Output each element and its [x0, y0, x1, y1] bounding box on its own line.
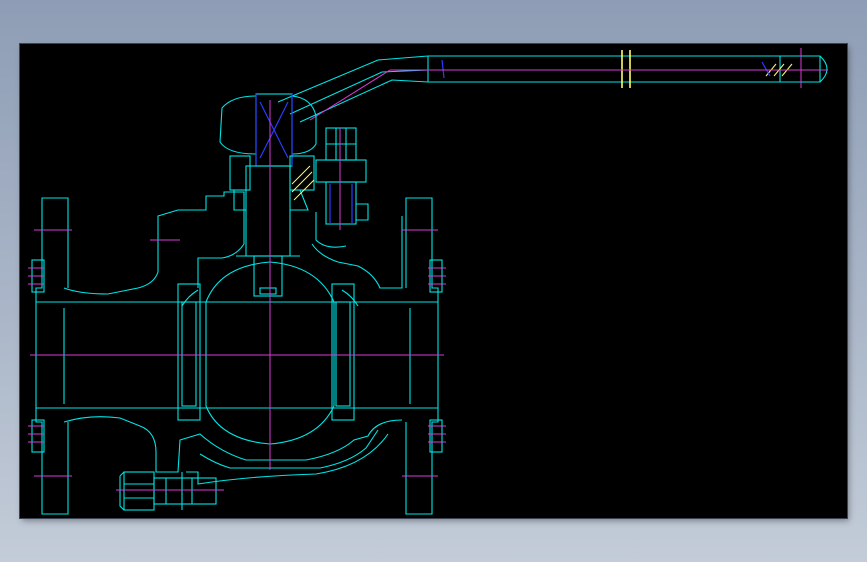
valve-drawing: [28, 48, 828, 515]
stem-icon: [219, 93, 317, 297]
handle-lever-icon: [277, 48, 828, 123]
gland-bolt-icon: [315, 127, 369, 225]
left-flange-icon: [28, 197, 72, 515]
right-flange-icon: [402, 197, 446, 515]
cad-viewport[interactable]: [20, 44, 847, 518]
valve-body-icon: [35, 191, 439, 485]
bolt-nut-icon: [116, 471, 224, 511]
